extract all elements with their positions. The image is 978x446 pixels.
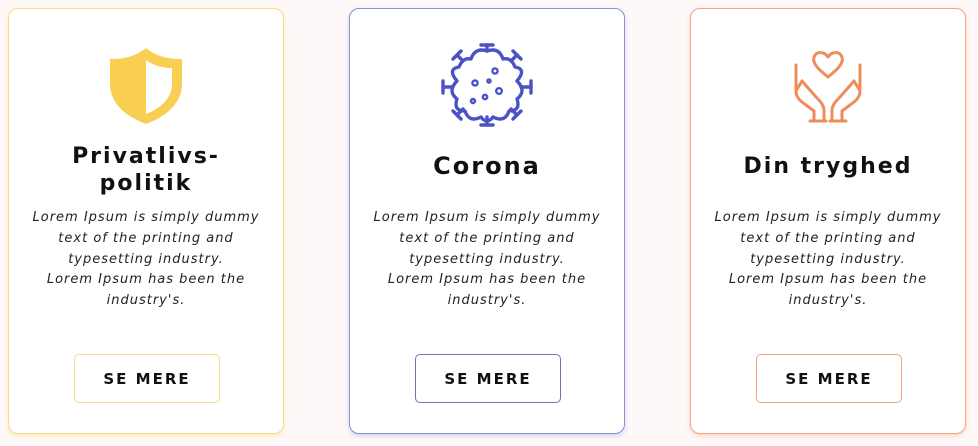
shield-icon bbox=[9, 39, 283, 131]
see-more-button[interactable]: SE MERE bbox=[74, 354, 220, 403]
description-line: Lorem Ipsum is simply dummy bbox=[714, 210, 942, 225]
card-description: Lorem Ipsum is simply dummy text of the … bbox=[27, 208, 265, 312]
description-line: industry's. bbox=[788, 293, 868, 309]
card-title: Privatlivs-politik bbox=[72, 144, 220, 196]
card-your-safety: Din tryghed Lorem Ipsum is simply dummy … bbox=[690, 8, 966, 434]
description-line: typesetting industry. bbox=[68, 251, 224, 267]
card-title: Din tryghed bbox=[743, 154, 913, 179]
card-description: Lorem Ipsum is simply dummy text of the … bbox=[368, 208, 606, 312]
description-line: text of the printing and bbox=[399, 230, 575, 246]
card-privacy-policy: Privatlivs-politik Lorem Ipsum is simply… bbox=[8, 8, 284, 434]
card-corona: Corona Lorem Ipsum is simply dummy text … bbox=[349, 8, 625, 434]
description-line: Lorem Ipsum is simply dummy bbox=[32, 210, 260, 225]
description-line: text of the printing and bbox=[58, 230, 234, 246]
description-line: industry's. bbox=[106, 293, 186, 309]
description-line: industry's. bbox=[447, 293, 527, 309]
description-line: typesetting industry. bbox=[409, 251, 565, 267]
virus-icon bbox=[350, 39, 624, 131]
card-description: Lorem Ipsum is simply dummy text of the … bbox=[709, 208, 947, 312]
see-more-button[interactable]: SE MERE bbox=[415, 354, 561, 403]
description-line: Lorem Ipsum has been the bbox=[728, 272, 928, 288]
hands-heart-icon bbox=[691, 39, 965, 131]
description-line: Lorem Ipsum has been the bbox=[387, 272, 587, 288]
description-line: text of the printing and bbox=[740, 230, 916, 246]
description-line: typesetting industry. bbox=[750, 251, 906, 267]
card-title: Corona bbox=[433, 152, 541, 180]
description-line: Lorem Ipsum has been the bbox=[46, 272, 246, 288]
see-more-button[interactable]: SE MERE bbox=[756, 354, 902, 403]
description-line: Lorem Ipsum is simply dummy bbox=[373, 210, 601, 225]
